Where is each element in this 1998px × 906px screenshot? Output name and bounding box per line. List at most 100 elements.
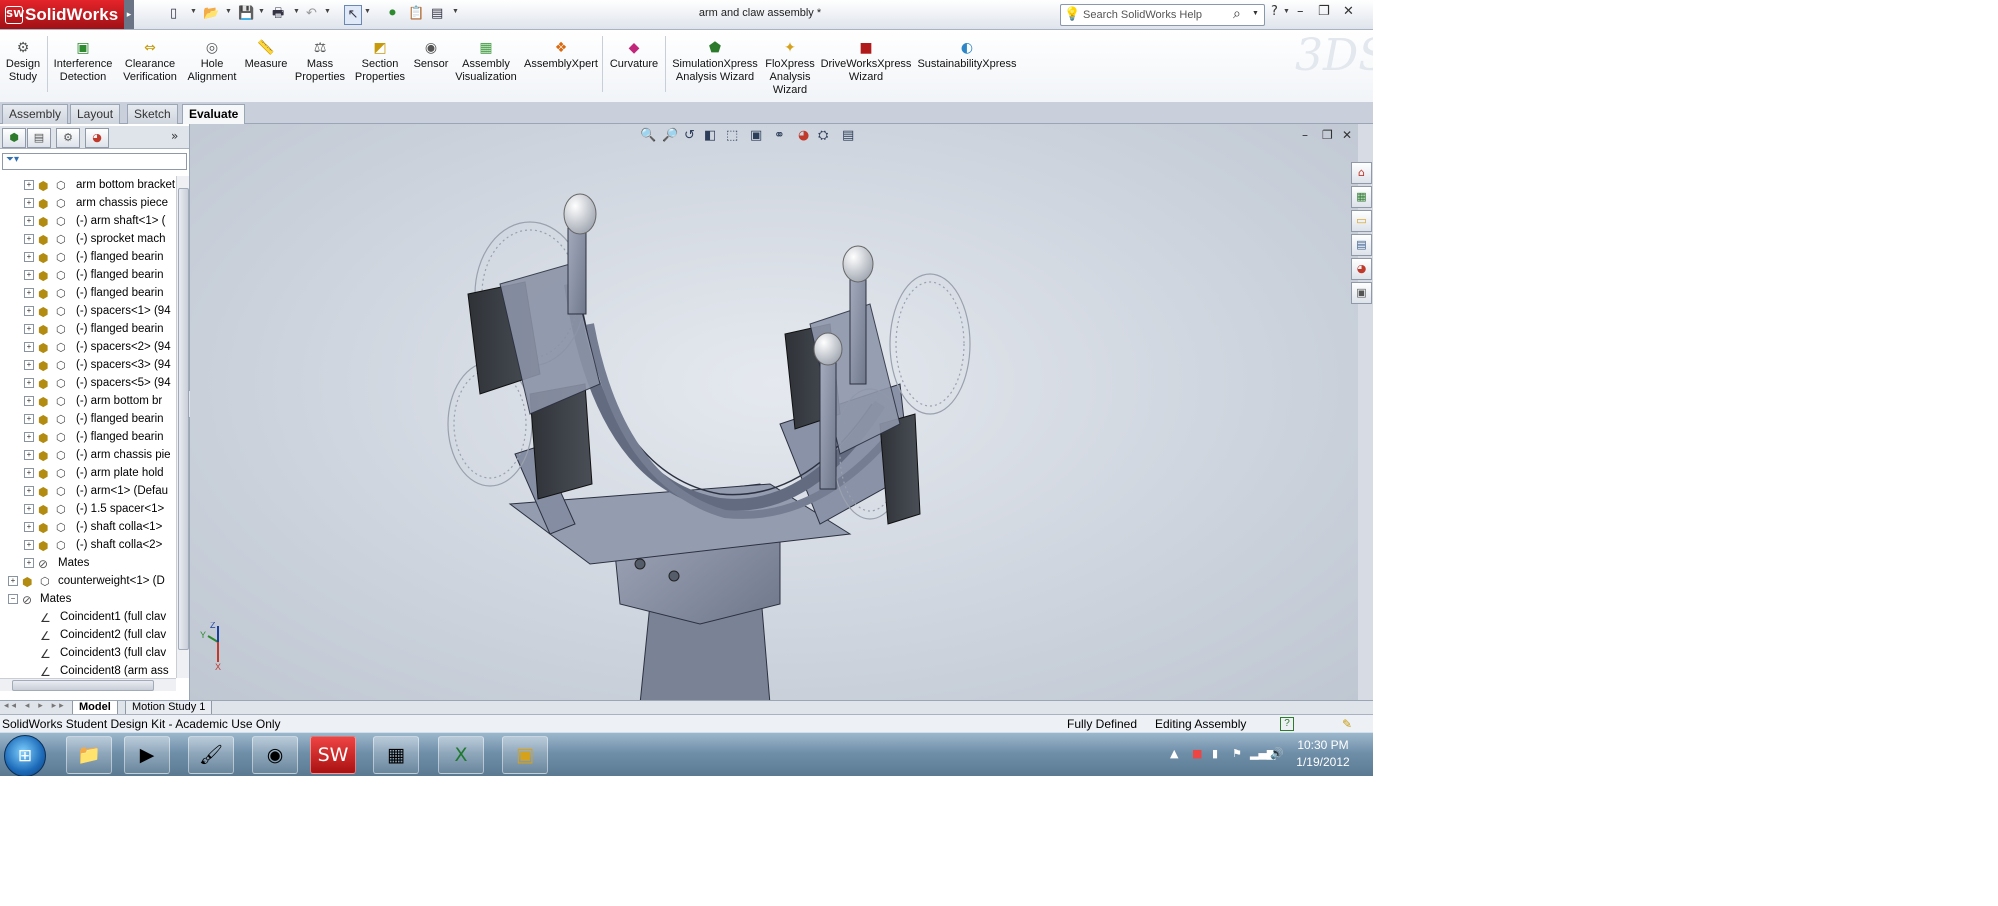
tree-item[interactable]: + ⬢ ⬡ (-) flanged bearin (0, 266, 176, 284)
floxpress-button[interactable]: ✦ FloXpress Analysis Wizard (763, 30, 817, 102)
hide-show-items-icon[interactable]: ⚭ (774, 128, 785, 143)
scroll-thumb[interactable] (178, 188, 189, 650)
tree-item[interactable]: + ⬢ ⬡ (-) arm chassis pie (0, 446, 176, 464)
graphics-area[interactable]: 🔍 🔎 ↺ ◧ ⬚ ▣ ⚭ ◕ ⛭ ▤ – ❐ ✕ Y Z X (190, 124, 1358, 700)
tree-item[interactable]: + ⬢ ⬡ (-) spacers<1> (94 (0, 302, 176, 320)
expand-icon[interactable]: + (24, 486, 34, 496)
tree-item[interactable]: + ⬢ ⬡ (-) spacers<3> (94 (0, 356, 176, 374)
chrome-icon[interactable]: ◉ (252, 736, 298, 774)
system-clock[interactable]: 10:30 PM 1/19/2012 (1288, 737, 1358, 771)
expand-icon[interactable]: + (24, 396, 34, 406)
mass-properties-button[interactable]: ⚖ Mass Properties (292, 30, 348, 102)
measure-button[interactable]: 📏 Measure (241, 30, 291, 102)
solidworks-logo[interactable]: SW SolidWorks (0, 0, 124, 29)
tree-item[interactable]: + ⬢ ⬡ (-) arm bottom br (0, 392, 176, 410)
new-dropdown-icon[interactable]: ▼ (190, 8, 197, 15)
displaymanager-tab-icon[interactable]: ◕ (85, 128, 109, 148)
collapse-icon[interactable]: − (8, 594, 18, 604)
design-library-icon[interactable]: ▦ (1351, 186, 1372, 208)
media-player-icon[interactable]: ▶ (124, 736, 170, 774)
select-dropdown-icon[interactable]: ▼ (364, 8, 371, 15)
paint-icon[interactable]: 🖌 (188, 736, 234, 774)
save-icon[interactable]: 💾 (238, 5, 254, 23)
featuremanager-tab-icon[interactable]: ⬢ (2, 128, 26, 148)
tree-item[interactable]: + ⬢ ⬡ (-) spacers<2> (94 (0, 338, 176, 356)
tab-assembly[interactable]: Assembly (2, 104, 69, 124)
print-icon[interactable]: 🖶 (272, 5, 284, 23)
design-study-button[interactable]: ⚙ Design Study (2, 30, 44, 102)
minimize-window-icon[interactable]: – (1297, 4, 1304, 19)
expand-icon[interactable]: + (24, 450, 34, 460)
mate-item[interactable]: ∠ Coincident3 (full clav (0, 644, 176, 662)
search-icon[interactable]: ⌕ (1233, 5, 1241, 22)
tree-item[interactable]: + ⬢ ⬡ counterweight<1> (D (0, 572, 176, 590)
tree-item[interactable]: + ⬢ ⬡ (-) arm<1> (Defau (0, 482, 176, 500)
expand-icon[interactable]: + (24, 288, 34, 298)
mate-item[interactable]: ∠ Coincident2 (full clav (0, 626, 176, 644)
expand-icon[interactable]: + (24, 198, 34, 208)
expand-icon[interactable]: + (8, 576, 18, 586)
search-dropdown-icon[interactable]: ▼ (1252, 10, 1259, 17)
view-orientation-icon[interactable]: ⬚ (726, 128, 738, 143)
tree-filter[interactable]: ⏷▾ (2, 153, 187, 170)
tree-item[interactable]: + ⊘ Mates (0, 554, 176, 572)
expand-icon[interactable]: + (24, 378, 34, 388)
clearance-verification-button[interactable]: ⇔ Clearance Verification (117, 30, 183, 102)
hole-alignment-button[interactable]: ◎ Hole Alignment (184, 30, 240, 102)
expand-icon[interactable]: + (24, 504, 34, 514)
expand-icon[interactable]: + (24, 234, 34, 244)
expand-icon[interactable]: + (24, 522, 34, 532)
tab-sketch[interactable]: Sketch (127, 104, 178, 124)
restore-document-icon[interactable]: ❐ (1322, 128, 1333, 142)
device-tray-icon[interactable]: ▮ (1212, 747, 1218, 760)
tree-item[interactable]: + ⬢ ⬡ (-) arm plate hold (0, 464, 176, 482)
section-properties-button[interactable]: ◩ Section Properties (350, 30, 410, 102)
minimize-document-icon[interactable]: – (1302, 128, 1308, 142)
start-button[interactable]: ⊞ (4, 735, 46, 776)
windows-explorer-icon[interactable]: 📁 (66, 736, 112, 774)
tree-item[interactable]: + ⬢ ⬡ (-) shaft colla<1> (0, 518, 176, 536)
curvature-button[interactable]: ◆ Curvature (606, 30, 662, 102)
sustainabilityxpress-button[interactable]: ◐ SustainabilityXpress (915, 30, 1019, 102)
expand-icon[interactable]: + (24, 324, 34, 334)
tree-item[interactable]: + ⬢ ⬡ (-) spacers<5> (94 (0, 374, 176, 392)
expand-icon[interactable]: + (24, 432, 34, 442)
options-icon[interactable]: ▤ (431, 5, 443, 23)
tab-model[interactable]: Model (72, 701, 118, 715)
menu-expand-arrow-icon[interactable]: ▸ (124, 0, 134, 29)
file-properties-icon[interactable]: 📋 (408, 5, 424, 23)
expand-icon[interactable]: + (24, 468, 34, 478)
help-search-input[interactable] (1083, 7, 1233, 22)
tree-item[interactable]: + ⬢ ⬡ (-) flanged bearin (0, 410, 176, 428)
appearances-scenes-icon[interactable]: ◕ (1351, 258, 1372, 280)
select-pointer-icon[interactable]: ↖ (344, 5, 362, 25)
solidworks-icon[interactable]: SW (310, 736, 356, 774)
zoom-to-fit-icon[interactable]: 🔍 (640, 128, 656, 143)
view-settings-icon[interactable]: ▤ (842, 128, 854, 143)
show-hidden-icons-icon[interactable]: ▲ (1170, 747, 1178, 760)
solidworks-resources-icon[interactable]: ⌂ (1351, 162, 1372, 184)
tab-evaluate[interactable]: Evaluate (182, 104, 246, 124)
rebuild-status-icon[interactable]: ✎ (1342, 715, 1352, 733)
help-dropdown-icon[interactable]: ▼ (1283, 8, 1290, 15)
expand-icon[interactable]: + (24, 180, 34, 190)
previous-view-icon[interactable]: ↺ (684, 128, 695, 143)
expand-icon[interactable]: + (24, 540, 34, 550)
expand-icon[interactable]: + (24, 342, 34, 352)
tab-layout[interactable]: Layout (70, 104, 121, 124)
expand-icon[interactable]: + (24, 306, 34, 316)
tree-item[interactable]: + ⬢ ⬡ arm chassis piece (0, 194, 176, 212)
tree-item[interactable]: + ⬢ ⬡ arm bottom bracket (0, 176, 176, 194)
custom-properties-icon[interactable]: ▣ (1351, 282, 1372, 304)
section-view-icon[interactable]: ◧ (704, 128, 716, 143)
view-palette-icon[interactable]: ▤ (1351, 234, 1372, 256)
restore-window-icon[interactable]: ❐ (1318, 4, 1330, 19)
expand-icon[interactable]: + (24, 270, 34, 280)
close-document-icon[interactable]: ✕ (1342, 128, 1352, 142)
tree-item[interactable]: + ⬢ ⬡ (-) shaft colla<2> (0, 536, 176, 554)
expand-icon[interactable]: + (24, 252, 34, 262)
propertymanager-tab-icon[interactable]: ▤ (27, 128, 51, 148)
volume-icon[interactable]: 🔊 (1270, 747, 1284, 760)
calculator-icon[interactable]: ▦ (373, 736, 419, 774)
help-search-box[interactable]: 💡 ⌕ ▼ (1060, 4, 1265, 26)
